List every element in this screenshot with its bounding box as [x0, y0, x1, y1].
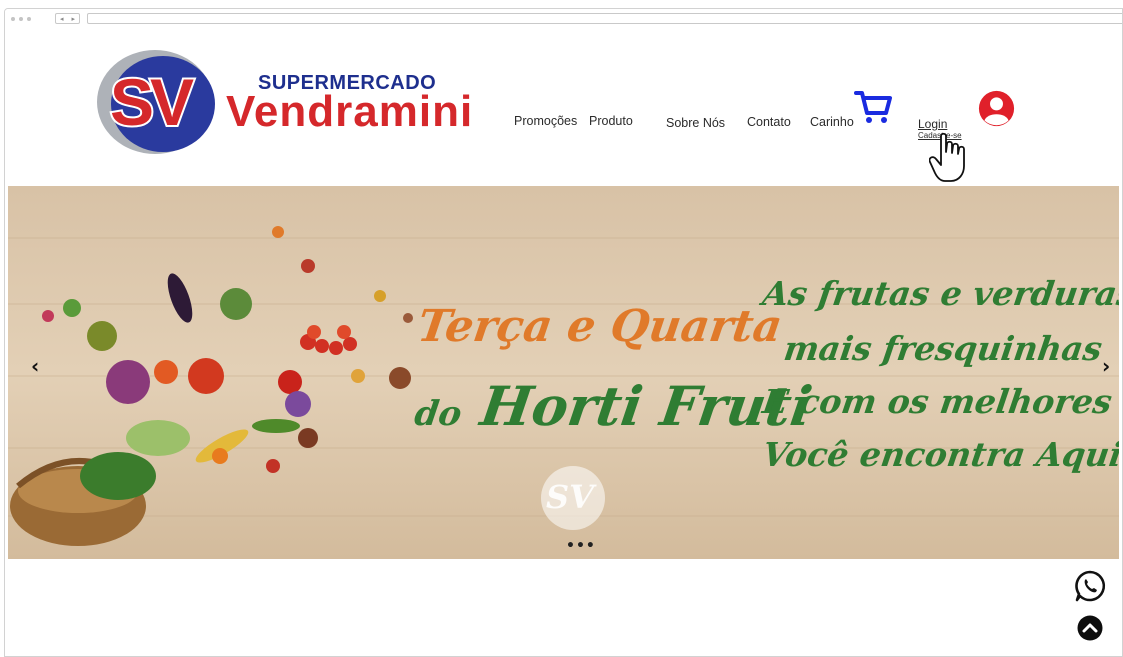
site-header: SV SUPERMERCADO Vendramini Promoções Pro… — [0, 20, 1123, 186]
hand-pointer-icon — [929, 132, 965, 182]
hero-line-horti-fruti: do Horti Fruti — [412, 374, 816, 438]
watermark-logo: SV — [546, 478, 594, 516]
hero-right-line-3: E com os melhores preços — [760, 382, 1119, 421]
nav-link-promocoes[interactable]: Promoções — [514, 114, 577, 128]
carousel-next-arrow[interactable]: › — [1102, 354, 1110, 378]
cart-icon[interactable] — [853, 86, 893, 126]
nav-link-sobre-nos[interactable]: Sobre Nós — [666, 116, 725, 130]
whatsapp-icon[interactable] — [1073, 569, 1107, 603]
logo-vendramini-text: Vendramini — [226, 87, 474, 136]
login-link[interactable]: Login — [918, 117, 947, 131]
logo-mark: SV — [110, 65, 194, 139]
carousel-dots[interactable]: ••• — [566, 538, 596, 554]
hero-banner: Terça e Quarta do Horti Fruti As frutas … — [8, 186, 1119, 559]
nav-link-contato[interactable]: Contato — [747, 115, 791, 129]
hero-line-terca-quarta: Terça e Quarta — [414, 301, 786, 352]
hero-right-line-2: mais fresquinhas — [781, 329, 1105, 368]
carousel-prev-arrow[interactable]: ‹ — [31, 354, 39, 378]
nav-link-carinho[interactable]: Carinho — [810, 115, 854, 129]
nav-link-produto[interactable]: Produto — [589, 114, 633, 128]
hero-right-line-1: As frutas e verduras — [760, 274, 1119, 313]
chevron-up-icon[interactable] — [1077, 615, 1103, 641]
hero-right-line-4: Você encontra Aqui! — [760, 435, 1119, 474]
user-icon[interactable] — [978, 90, 1015, 127]
hero-do-text: do — [412, 394, 465, 434]
